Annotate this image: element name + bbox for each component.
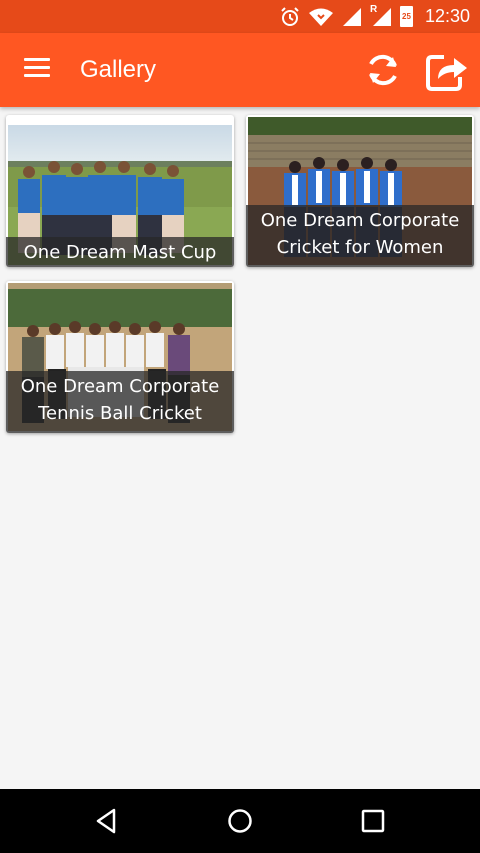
menu-icon-bar [24,66,50,69]
gallery-item[interactable]: One Dream Corporate Tennis Ball Cricket [6,281,234,433]
refresh-button[interactable] [364,51,402,89]
roaming-badge: R [369,3,378,15]
home-icon [228,809,252,833]
wifi-icon [308,8,333,26]
back-button[interactable] [90,805,122,837]
battery-icon: 25 [399,6,413,27]
recents-button[interactable] [357,805,389,837]
back-icon [96,808,116,834]
signal-roaming-icon: R [369,3,392,27]
status-bar: R 25 12:30 [0,0,480,33]
battery-level: 25 [402,12,411,21]
refresh-icon [369,54,397,86]
app-bar: Gallery [0,33,480,107]
menu-button[interactable] [24,58,50,80]
menu-icon-bar [24,74,50,77]
gallery-item[interactable]: One Dream Mast Cup [6,115,234,267]
gallery-caption: One Dream Corporate Cricket for Women [246,205,474,267]
signal-icon [342,7,361,26]
recents-icon [361,809,385,833]
share-button[interactable] [424,47,470,93]
navigation-bar [0,789,480,853]
gallery-item[interactable]: One Dream Corporate Cricket for Women [246,115,474,267]
alarm-icon [281,6,299,26]
menu-icon-bar [24,58,50,61]
home-button[interactable] [224,805,256,837]
status-icons: R 25 12:30 [280,0,470,33]
gallery-grid: One Dream Mast Cup One Dream Corporate C… [0,107,480,789]
status-time: 12:30 [424,6,470,26]
gallery-caption: One Dream Corporate Tennis Ball Cricket [6,371,234,433]
gallery-caption: One Dream Mast Cup [6,237,234,267]
page-title: Gallery [80,56,157,83]
share-icon [426,55,467,91]
